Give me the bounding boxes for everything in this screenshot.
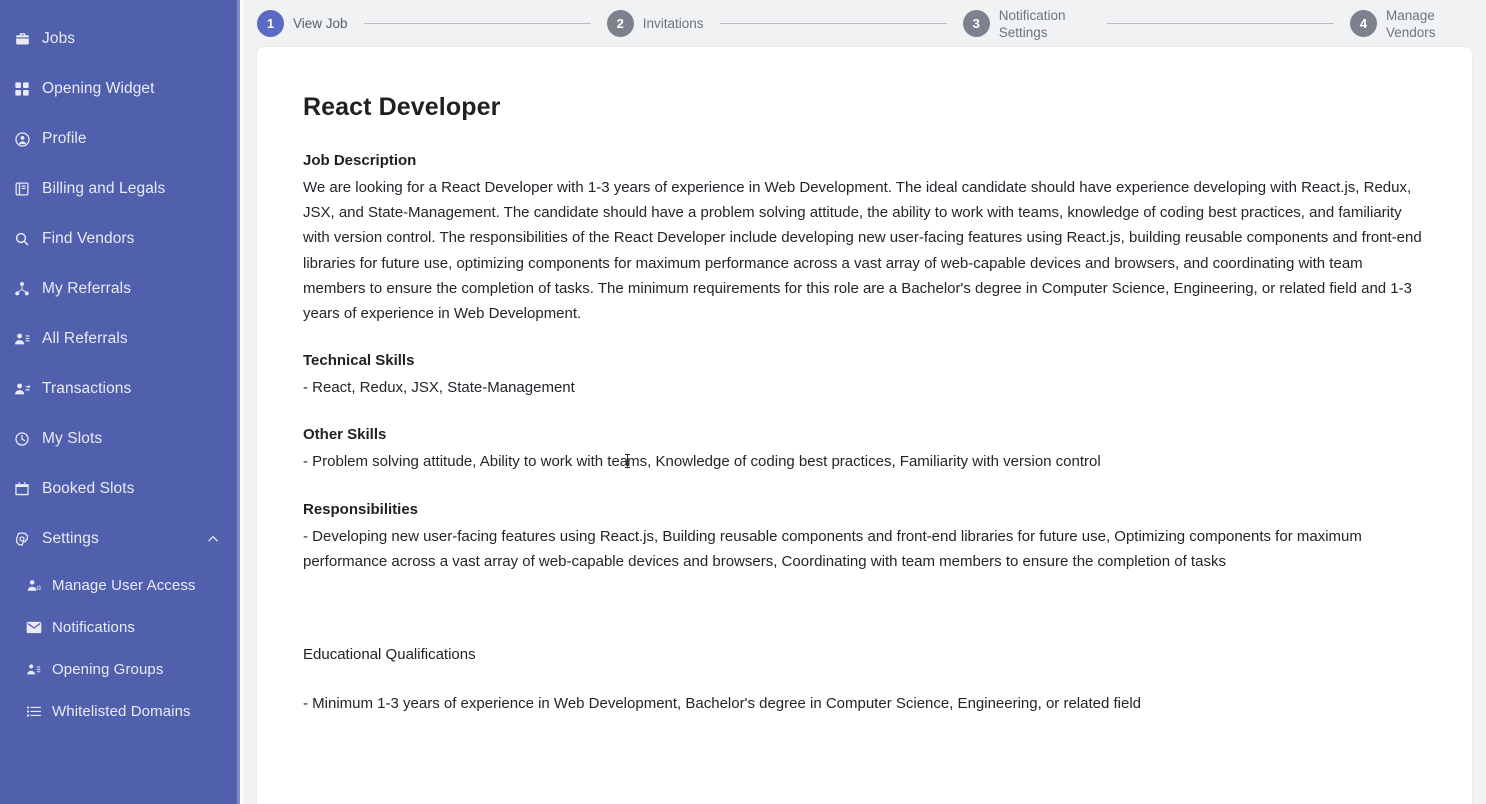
sidebar-item-my-slots[interactable]: My Slots bbox=[0, 414, 240, 464]
sidebar-item-all-referrals[interactable]: All Referrals bbox=[0, 314, 240, 364]
job-description-block: Job Description We are looking for a Rea… bbox=[303, 152, 1426, 326]
technical-skills-text: - React, Redux, JSX, State-Management bbox=[303, 379, 575, 397]
sidebar-item-label: Whitelisted Domains bbox=[52, 702, 191, 720]
app-root: Jobs Opening Widget Profile Billing and … bbox=[0, 0, 1486, 804]
sidebar-item-jobs[interactable]: Jobs bbox=[0, 14, 240, 64]
sidebar-item-label: Manage User Access bbox=[52, 576, 196, 594]
step-invitations[interactable]: 2 Invitations bbox=[606, 10, 704, 37]
education-block: Educational Qualifications - Minimum 1-3… bbox=[303, 646, 1426, 716]
responsibilities-block: Responsibilities - Developing new user-f… bbox=[303, 501, 1426, 574]
share-nodes-icon bbox=[14, 281, 40, 297]
user-group-icon bbox=[26, 662, 50, 677]
sidebar-item-opening-widget[interactable]: Opening Widget bbox=[0, 64, 240, 114]
sidebar-item-transactions[interactable]: Transactions bbox=[0, 364, 240, 414]
other-skills-text: - Problem solving attitude, Ability to w… bbox=[303, 449, 1426, 474]
sidebar-item-profile[interactable]: Profile bbox=[0, 114, 240, 164]
sidebar-item-booked-slots[interactable]: Booked Slots bbox=[0, 464, 240, 514]
step-label: Manage Vendors bbox=[1386, 7, 1436, 40]
chevron-up-icon[interactable] bbox=[206, 532, 220, 546]
technical-skills-heading: Technical Skills bbox=[303, 352, 415, 370]
technical-skills-block: Technical Skills - React, Redux, JSX, St… bbox=[303, 352, 1426, 400]
other-skills-text-part1: - Problem solving attitude, Ability to w… bbox=[303, 453, 629, 471]
sidebar-item-label: Profile bbox=[42, 130, 87, 147]
sidebar-item-label: All Referrals bbox=[42, 330, 128, 347]
responsibilities-heading: Responsibilities bbox=[303, 500, 419, 518]
sidebar-item-label: Billing and Legals bbox=[42, 180, 166, 197]
sidebar-item-settings[interactable]: Settings bbox=[0, 514, 240, 564]
sidebar-item-label: Settings bbox=[42, 530, 99, 547]
briefcase-icon bbox=[14, 31, 40, 48]
step-label: View Job bbox=[293, 16, 348, 31]
other-skills-text-part2: ms, Knowledge of coding best practices, … bbox=[627, 453, 1101, 471]
grid-icon bbox=[14, 81, 40, 97]
job-description-heading: Job Description bbox=[303, 152, 417, 169]
sidebar-item-label: Jobs bbox=[42, 30, 76, 47]
responsibilities-text: - Developing new user-facing features us… bbox=[303, 527, 1362, 570]
content-pane: 1 View Job 2 Invitations 3 Notification … bbox=[243, 0, 1486, 804]
sidebar-item-opening-groups[interactable]: Opening Groups bbox=[0, 648, 240, 690]
step-number: 3 bbox=[962, 10, 990, 37]
wizard-stepper: 1 View Job 2 Invitations 3 Notification … bbox=[243, 0, 1486, 47]
sidebar-item-find-vendors[interactable]: Find Vendors bbox=[0, 214, 240, 264]
other-skills-block: Other Skills - Problem solving attitude,… bbox=[303, 426, 1426, 474]
page-title: React Developer bbox=[303, 93, 501, 121]
sidebar-item-label: Transactions bbox=[42, 380, 132, 397]
step-manage-vendors[interactable]: 4 Manage Vendors bbox=[1350, 7, 1478, 41]
sidebar: Jobs Opening Widget Profile Billing and … bbox=[0, 0, 240, 804]
users-arrow-icon bbox=[14, 381, 40, 397]
step-number: 4 bbox=[1350, 10, 1377, 37]
sidebar-item-notifications[interactable]: Notifications bbox=[0, 606, 240, 648]
step-connector bbox=[1106, 23, 1334, 24]
step-label: Notification Settings bbox=[998, 7, 1066, 40]
education-text: - Minimum 1-3 years of experience in Web… bbox=[303, 695, 1142, 713]
education-heading: Educational Qualifications bbox=[303, 646, 476, 664]
other-skills-heading: Other Skills bbox=[303, 426, 387, 444]
sidebar-item-whitelisted-domains[interactable]: Whitelisted Domains bbox=[0, 690, 240, 732]
search-icon bbox=[14, 231, 40, 247]
sidebar-item-my-referrals[interactable]: My Referrals bbox=[0, 264, 240, 314]
sidebar-item-label: Find Vendors bbox=[42, 230, 135, 247]
sidebar-item-label: Booked Slots bbox=[42, 480, 135, 497]
step-label: Invitations bbox=[642, 16, 704, 31]
sidebar-item-manage-user-access[interactable]: Manage User Access bbox=[0, 564, 240, 606]
list-icon bbox=[26, 705, 50, 718]
job-detail-card: React Developer Job Description We are l… bbox=[257, 47, 1472, 804]
sidebar-item-label: My Slots bbox=[42, 430, 103, 447]
users-gear-icon bbox=[14, 331, 40, 347]
step-notification-settings[interactable]: 3 Notification Settings bbox=[962, 7, 1091, 41]
job-description-text: We are looking for a React Developer wit… bbox=[303, 179, 1422, 323]
step-connector bbox=[363, 23, 591, 24]
envelope-icon bbox=[26, 621, 50, 634]
text-cursor bbox=[625, 454, 631, 469]
step-connector bbox=[719, 23, 947, 24]
user-add-icon bbox=[26, 578, 50, 593]
clock-icon bbox=[14, 431, 40, 447]
step-view-job[interactable]: 1 View Job bbox=[257, 10, 348, 37]
calendar-check-icon bbox=[14, 481, 40, 497]
sidebar-item-billing-and-legals[interactable]: Billing and Legals bbox=[0, 164, 240, 214]
book-icon bbox=[14, 181, 40, 197]
sidebar-item-label: Opening Groups bbox=[52, 660, 164, 678]
user-circle-icon bbox=[14, 131, 40, 148]
gear-icon bbox=[14, 531, 40, 547]
sidebar-item-label: Notifications bbox=[52, 618, 136, 636]
sidebar-item-label: My Referrals bbox=[42, 280, 132, 297]
step-number: 2 bbox=[606, 10, 634, 37]
step-number: 1 bbox=[257, 10, 284, 37]
sidebar-item-label: Opening Widget bbox=[42, 80, 155, 97]
